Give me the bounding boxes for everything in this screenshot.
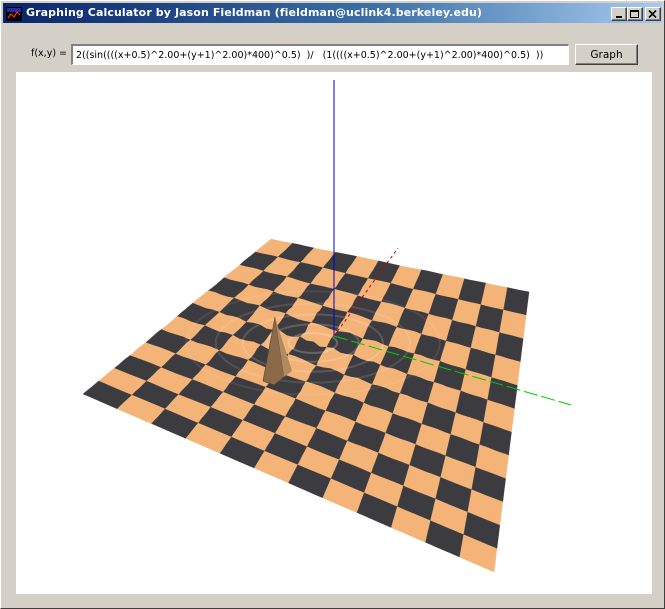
function-label: f(x,y) = — [31, 48, 68, 59]
app-icon[interactable] — [6, 6, 22, 21]
checkerboard-surface — [82, 238, 530, 573]
graph-viewport[interactable] — [16, 72, 652, 594]
function-input[interactable] — [71, 44, 569, 65]
maximize-button[interactable] — [627, 7, 643, 21]
close-icon — [648, 10, 657, 19]
close-button[interactable] — [645, 7, 661, 21]
minimize-button[interactable] — [611, 7, 627, 21]
graph-button[interactable]: Graph — [575, 44, 638, 65]
window-title: Graphing Calculator by Jason Fieldman (f… — [26, 6, 483, 19]
surface-plot[interactable] — [16, 72, 652, 594]
maximize-icon — [630, 10, 639, 18]
minimize-icon — [616, 16, 622, 18]
app-window: Graphing Calculator by Jason Fieldman (f… — [0, 0, 665, 609]
title-bar[interactable]: Graphing Calculator by Jason Fieldman (f… — [3, 3, 662, 23]
